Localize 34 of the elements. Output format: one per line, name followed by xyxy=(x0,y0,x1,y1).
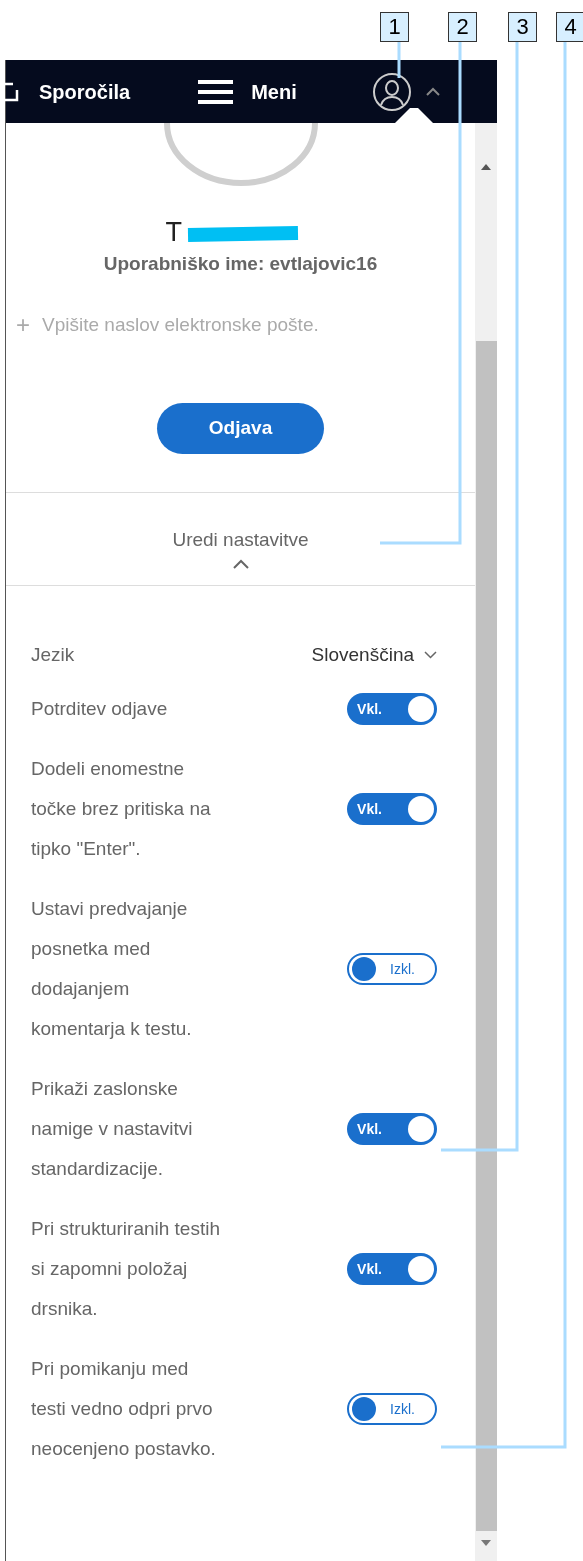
plus-icon: + xyxy=(16,312,30,337)
notch-pointer xyxy=(395,108,433,123)
toggle-switch[interactable]: Vkl. xyxy=(347,793,438,825)
scrollbar-thumb[interactable] xyxy=(475,341,497,1531)
callout-number: 3 xyxy=(508,12,537,42)
toggle-switch[interactable]: Izkl. xyxy=(347,953,438,985)
setting-label: Pri pomikanju med testi vedno odpri prvo neocenjeno postavko. xyxy=(31,1357,217,1461)
language-dropdown[interactable]: Slovenščina xyxy=(311,640,438,669)
setting-label: Pri strukturiranih testih si zapomni položaj drsnika. xyxy=(31,1217,221,1321)
logout-button[interactable]: Odjava xyxy=(157,403,324,454)
nav-link[interactable]: Sporočila xyxy=(0,76,131,107)
menu-icon xyxy=(198,78,234,105)
user-icon[interactable] xyxy=(372,72,412,112)
callout-number: 1 xyxy=(380,12,409,42)
scrollbar[interactable] xyxy=(475,123,497,1561)
setting-label: Dodeli enomestne točke brez pritiska na tipko "Enter". xyxy=(31,757,212,861)
caret-up-icon[interactable] xyxy=(426,87,440,96)
chevron-down-icon xyxy=(424,650,438,659)
callout-number: 4 xyxy=(556,12,583,42)
setting-label: Ustavi predvajanje posnetka med dodajanjem komentarja k testu. xyxy=(31,897,193,1041)
setting-label: Jezik xyxy=(31,642,75,667)
nav-link[interactable]: Meni xyxy=(198,76,297,107)
user-name: T xyxy=(165,216,182,249)
scroll-down-icon[interactable] xyxy=(481,1540,491,1546)
callout-number: 2 xyxy=(448,12,477,42)
edit-settings-toggle[interactable]: Uredi nastavitve xyxy=(172,526,309,569)
toggle-switch[interactable]: Vkl. xyxy=(347,1113,438,1145)
toggle-switch[interactable]: Izkl. xyxy=(347,1393,438,1425)
toggle-switch[interactable]: Vkl. xyxy=(347,693,438,725)
scroll-up-icon[interactable] xyxy=(481,164,491,170)
username-text: Uporabniško ime: evtlajovic16 xyxy=(103,252,378,276)
setting-label: Prikaži zaslonske namige v nastavitvi standardizacije. xyxy=(31,1077,194,1181)
setting-label: Potrditev odjave xyxy=(31,697,169,721)
toggle-switch[interactable]: Vkl. xyxy=(347,1253,438,1285)
